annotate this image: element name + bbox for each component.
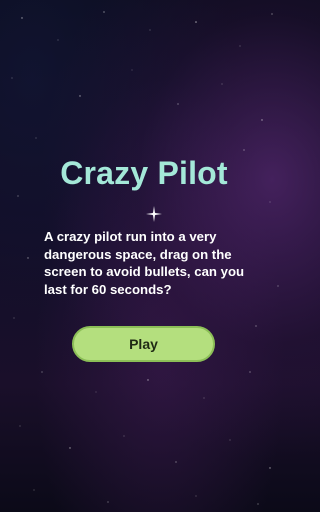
play-button[interactable]: Play <box>72 326 215 362</box>
sparkle-icon <box>146 206 162 222</box>
play-button-label: Play <box>129 336 158 352</box>
game-description: A crazy pilot run into a very dangerous … <box>44 229 245 297</box>
game-title: Crazy Pilot <box>60 155 228 191</box>
